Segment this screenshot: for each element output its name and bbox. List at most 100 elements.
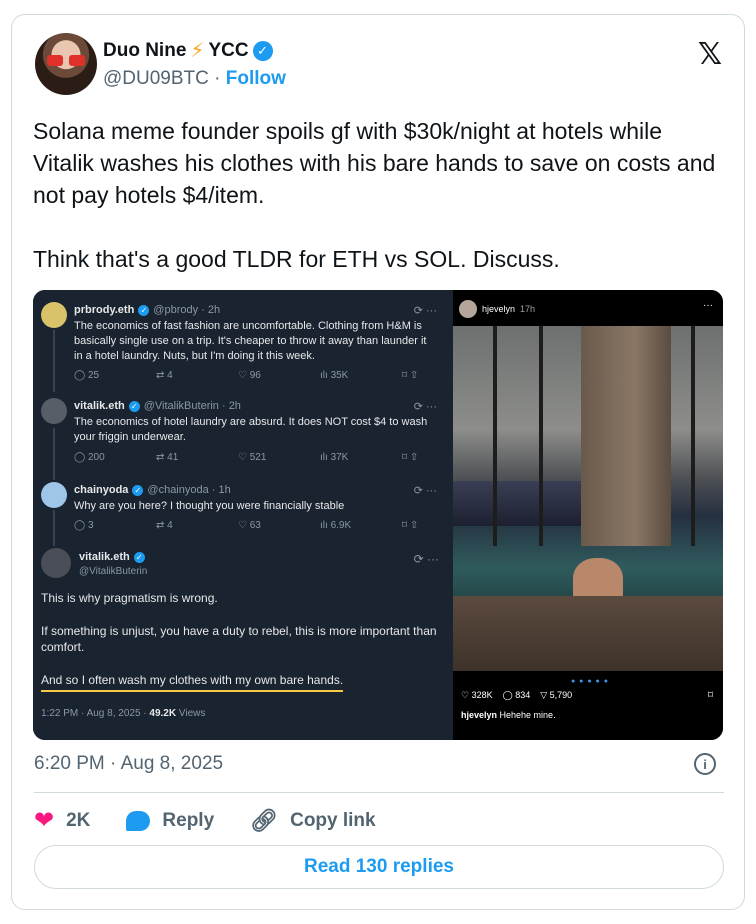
pool-edge bbox=[453, 596, 723, 671]
post-views-label: Views bbox=[176, 708, 206, 719]
embedded-reply: vitalik.eth ✓ @VitalikButerin · 2h ⟳ ···… bbox=[41, 398, 441, 478]
repost-count: 4 bbox=[167, 520, 173, 531]
avatar[interactable] bbox=[35, 33, 97, 95]
verified-badge-icon: ✓ bbox=[132, 484, 144, 496]
reply-handle: @chainyoda · 1h bbox=[147, 484, 231, 496]
author-display-name[interactable]: Duo Nine ⚡ YCC ✓ bbox=[103, 38, 273, 63]
x-logo-icon[interactable]: 𝕏 bbox=[698, 37, 722, 72]
ig-caption-text: Hehehe mine. bbox=[497, 710, 556, 720]
post-time: 1:22 PM · Aug 8, 2025 · bbox=[41, 708, 150, 719]
more-icon: ⟳ ··· bbox=[413, 485, 437, 497]
more-icon: ··· bbox=[703, 300, 713, 311]
tweet-text: Solana meme founder spoils gf with $30k/… bbox=[33, 115, 723, 275]
city-skyline bbox=[453, 481, 583, 526]
avatar bbox=[459, 300, 477, 318]
more-icon: ⟳ ··· bbox=[413, 401, 437, 413]
ig-shares: 5,790 bbox=[549, 690, 573, 700]
reply-name: chainyoda bbox=[74, 484, 129, 496]
comment-count: 25 bbox=[87, 370, 100, 381]
like-count: 96 bbox=[249, 370, 261, 381]
reply-actions: ◯ 200 ⇄ 41 ♡ 521 ılı 37K ⌑ ⇧ bbox=[74, 452, 419, 463]
post-author: vitalik.eth ✓ bbox=[79, 551, 145, 563]
tweet-media[interactable]: prbrody.eth ✓ @pbrody · 2h ⟳ ··· The eco… bbox=[33, 290, 723, 740]
reply-name: prbrody.eth bbox=[74, 304, 135, 316]
ig-likes: 328K bbox=[471, 690, 493, 700]
post-author-name: vitalik.eth bbox=[79, 551, 130, 563]
tweet-actions: ❤ 2K Reply 🔗︎ Copy link bbox=[34, 806, 412, 835]
reply-text: Why are you here? I thought you were fin… bbox=[74, 500, 345, 512]
embedded-instagram-screenshot: hjevelyn 17h ··· ● ● ● ● ● ♡ 328K ◯ 834 … bbox=[453, 290, 723, 740]
window-frame bbox=[493, 326, 497, 546]
divider bbox=[34, 792, 724, 793]
ig-header: hjevelyn 17h bbox=[459, 300, 535, 318]
ig-caption: hjevelyn Hehehe mine. bbox=[461, 710, 556, 720]
post-views: 49.2K bbox=[149, 708, 177, 719]
like-count: 521 bbox=[249, 452, 267, 463]
author-handle-line: @DU09BTC · Follow bbox=[103, 68, 286, 90]
comment-count: 200 bbox=[87, 452, 105, 463]
reply-header: chainyoda ✓ @chainyoda · 1h bbox=[74, 484, 231, 496]
repost-count: 4 bbox=[167, 370, 173, 381]
comment-count: 3 bbox=[87, 520, 94, 531]
ig-username: hjevelyn bbox=[482, 304, 516, 314]
post-line: If something is unjust, you have a duty … bbox=[41, 624, 437, 654]
post-handle: @VitalikButerin bbox=[79, 566, 148, 577]
post-line-highlighted: And so I often wash my clothes with my o… bbox=[41, 673, 344, 692]
ig-time: 17h bbox=[520, 304, 536, 314]
reply-header: vitalik.eth ✓ @VitalikButerin · 2h bbox=[74, 400, 241, 412]
post-text: This is why pragmatism is wrong. If some… bbox=[41, 590, 441, 705]
post-line: This is why pragmatism is wrong. bbox=[41, 591, 218, 605]
avatar bbox=[41, 302, 67, 328]
author-name-suffix: YCC bbox=[208, 39, 249, 61]
view-count: 6.9K bbox=[330, 520, 352, 531]
separator: · bbox=[214, 68, 221, 89]
ig-actions: ♡ 328K ◯ 834 ▽ 5,790 bbox=[461, 690, 573, 700]
ig-caption-user: hjevelyn bbox=[461, 710, 498, 720]
info-icon[interactable]: i bbox=[694, 753, 716, 775]
tweet-paragraph: Solana meme founder spoils gf with $30k/… bbox=[33, 118, 716, 208]
window-frame bbox=[691, 326, 695, 546]
avatar bbox=[41, 548, 71, 578]
copy-link-label: Copy link bbox=[290, 809, 376, 831]
verified-badge-icon: ✓ bbox=[133, 551, 145, 563]
bookmark-icon: ⌑ bbox=[707, 690, 713, 701]
avatar bbox=[41, 482, 67, 508]
reply-handle: @VitalikButerin · 2h bbox=[143, 400, 241, 412]
avatar bbox=[41, 398, 67, 424]
embedded-reply: chainyoda ✓ @chainyoda · 1h ⟳ ··· Why ar… bbox=[41, 482, 441, 544]
copy-link-button[interactable]: 🔗︎ Copy link bbox=[250, 808, 375, 834]
stone-pillar bbox=[581, 326, 671, 546]
like-count: 2K bbox=[66, 809, 91, 831]
reply-bubble-icon bbox=[126, 810, 151, 831]
follow-button[interactable]: Follow bbox=[226, 68, 286, 89]
ig-comments: 834 bbox=[515, 690, 531, 700]
author-name: Duo Nine bbox=[103, 39, 187, 61]
view-count: 37K bbox=[330, 452, 349, 463]
window-frame bbox=[539, 326, 543, 546]
reply-button[interactable]: Reply bbox=[126, 810, 214, 832]
tweet-paragraph: Think that's a good TLDR for ETH vs SOL.… bbox=[33, 246, 560, 272]
verified-badge-icon: ✓ bbox=[252, 40, 273, 61]
heart-icon: ❤ bbox=[34, 807, 55, 834]
more-icon: ⟳ ··· bbox=[413, 552, 439, 566]
post-meta: 1:22 PM · Aug 8, 2025 · 49.2K Views bbox=[41, 708, 205, 719]
lightning-icon: ⚡ bbox=[190, 40, 205, 62]
author-handle[interactable]: @DU09BTC bbox=[103, 68, 209, 89]
embedded-thread-screenshot: prbrody.eth ✓ @pbrody · 2h ⟳ ··· The eco… bbox=[33, 290, 453, 740]
like-button[interactable]: ❤ 2K bbox=[34, 806, 90, 835]
like-count: 63 bbox=[249, 520, 261, 531]
tweet-card: Duo Nine ⚡ YCC ✓ @DU09BTC · Follow 𝕏 Sol… bbox=[11, 14, 745, 910]
verified-badge-icon: ✓ bbox=[138, 304, 150, 316]
reply-name: vitalik.eth bbox=[74, 400, 125, 412]
reply-header: prbrody.eth ✓ @pbrody · 2h bbox=[74, 304, 220, 316]
link-icon: 🔗︎ bbox=[250, 807, 279, 833]
repost-count: 41 bbox=[167, 452, 179, 463]
view-count: 35K bbox=[330, 370, 349, 381]
reply-text: The economics of hotel laundry are absur… bbox=[74, 416, 428, 443]
reply-actions: ◯ 3 ⇄ 4 ♡ 63 ılı 6.9K ⌑ ⇧ bbox=[74, 520, 419, 531]
avatar-glasses bbox=[47, 55, 85, 67]
tweet-timestamp[interactable]: 6:20 PM · Aug 8, 2025 bbox=[34, 753, 223, 775]
read-replies-button[interactable]: Read 130 replies bbox=[34, 845, 724, 889]
embedded-reply: prbrody.eth ✓ @pbrody · 2h ⟳ ··· The eco… bbox=[41, 302, 441, 392]
pool-photo bbox=[453, 326, 723, 671]
